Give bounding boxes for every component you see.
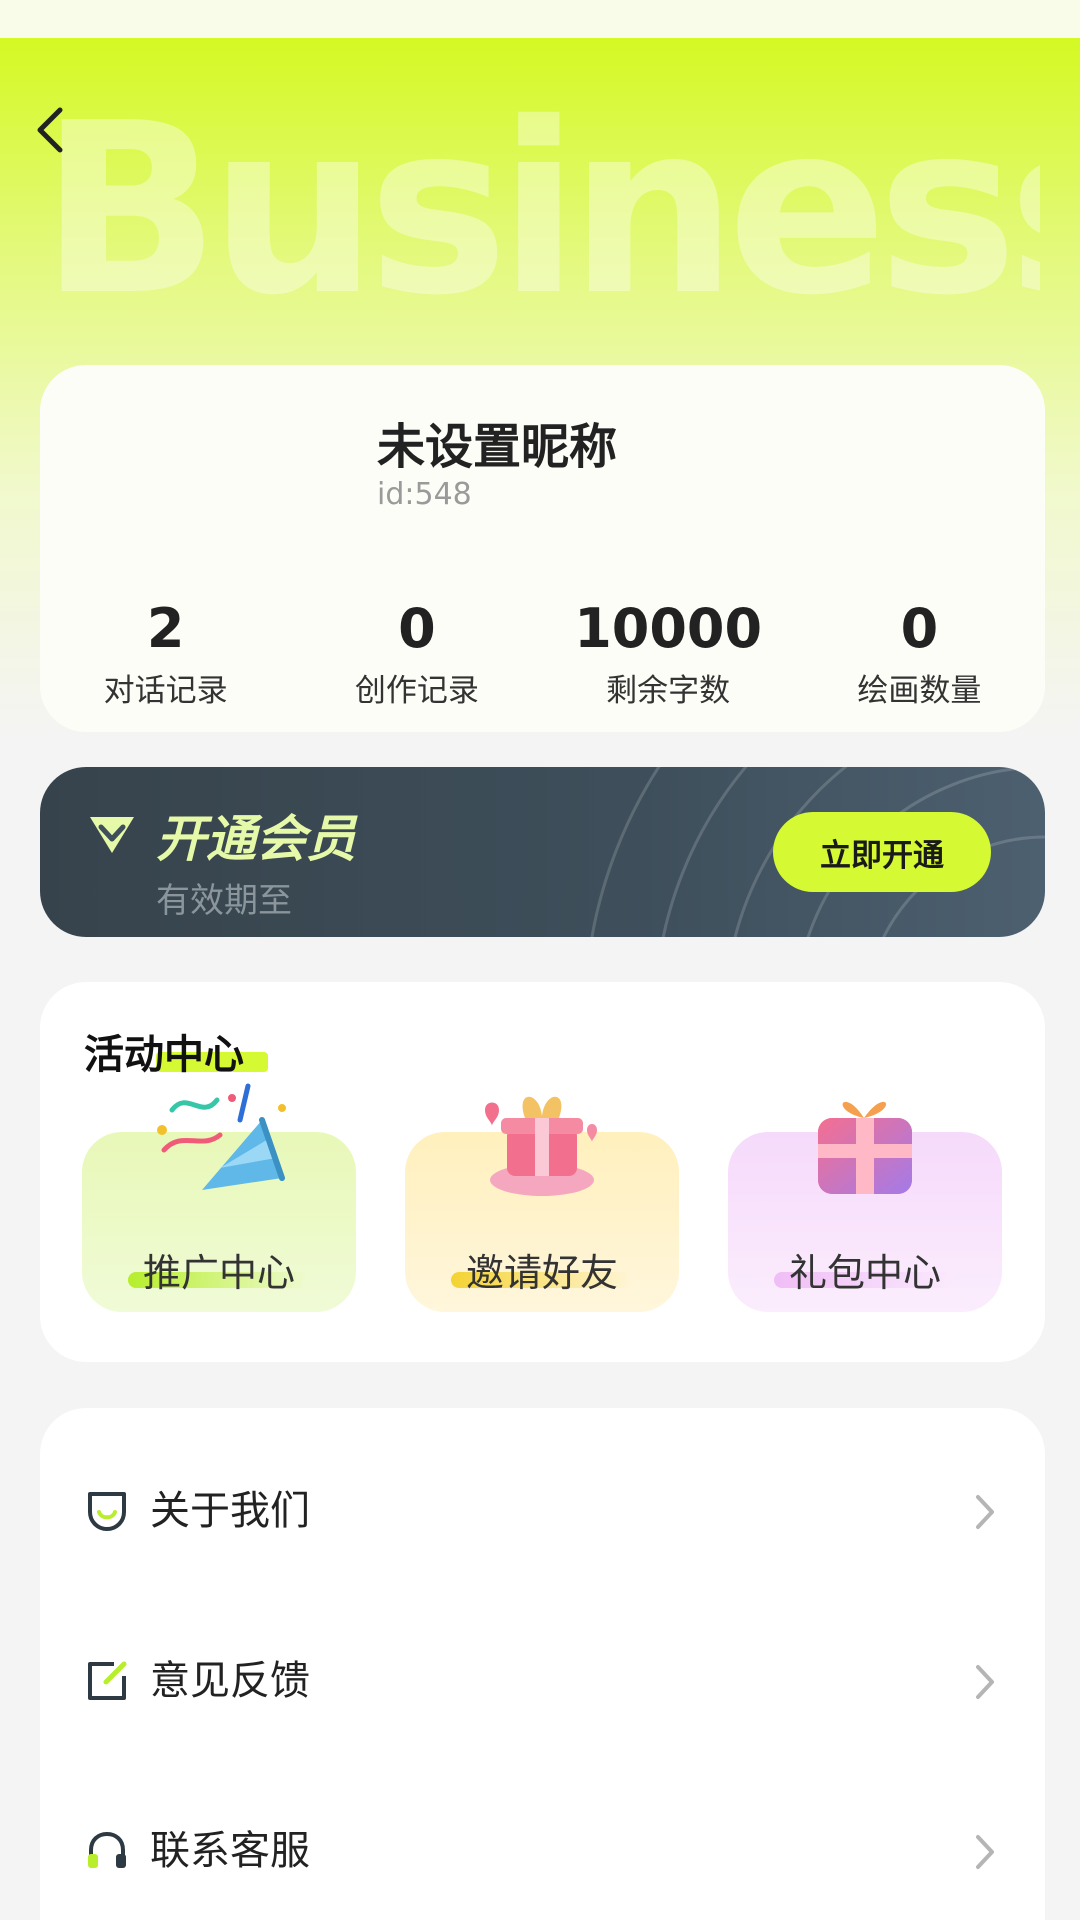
menu-item-label: 意见反馈: [150, 1658, 310, 1704]
vip-banner[interactable]: 开通会员 有效期至 立即开通: [40, 767, 1045, 937]
activate-membership-button[interactable]: 立即开通: [773, 812, 991, 892]
chevron-right-icon: [976, 1665, 994, 1699]
menu-item-feedback[interactable]: 意见反馈: [40, 1618, 1045, 1738]
menu-item-contact-support[interactable]: 联系客服: [40, 1788, 1045, 1908]
stats-row: 2 对话记录 0 创作记录 10000 剩余字数 0 绘画数量: [40, 597, 1045, 710]
status-bar: [0, 0, 1080, 38]
tile-promotion-center[interactable]: 推广中心: [82, 1083, 356, 1312]
stat-label: 剩余字数: [606, 673, 731, 709]
edit-note-icon: [88, 1661, 127, 1700]
activity-center-card: 活动中心 推广中心 邀请好友 礼包中心: [40, 982, 1045, 1362]
stat-label: 对话记录: [103, 673, 228, 709]
gift-box-hand-icon: [485, 1096, 597, 1196]
menu-item-about-us[interactable]: 关于我们: [40, 1448, 1045, 1568]
menu-item-label: 关于我们: [150, 1488, 310, 1534]
vip-expire-label: 有效期至: [156, 881, 292, 921]
stat-value: 0: [900, 597, 939, 660]
back-button[interactable]: [30, 98, 74, 162]
chevron-right-icon: [976, 1835, 994, 1869]
stat-value: 2: [146, 597, 185, 660]
stat-remaining-words[interactable]: 10000 剩余字数: [543, 597, 794, 710]
nickname[interactable]: 未设置昵称: [377, 407, 617, 477]
brand-watermark: BusinessAI: [40, 100, 1040, 320]
tile-invite-friends[interactable]: 邀请好友: [405, 1096, 679, 1312]
tile-label: 礼包中心: [788, 1251, 941, 1295]
party-popper-icon: [157, 1083, 286, 1190]
smile-shield-icon: [88, 1492, 126, 1531]
stat-drawing-count[interactable]: 0 绘画数量: [794, 597, 1045, 710]
gift-box-icon: [818, 1101, 912, 1194]
menu-item-label: 联系客服: [150, 1828, 310, 1874]
vip-title: 开通会员: [156, 810, 356, 868]
settings-menu-card: 关于我们 意见反馈 联系客服: [40, 1408, 1045, 1920]
stat-label: 绘画数量: [857, 673, 982, 709]
stat-label: 创作记录: [354, 673, 479, 709]
diamond-icon: [90, 817, 134, 853]
headset-icon: [88, 1831, 126, 1868]
tile-label: 推广中心: [142, 1251, 295, 1295]
stat-value: 0: [398, 597, 436, 660]
tile-gift-center[interactable]: 礼包中心: [728, 1101, 1002, 1312]
tile-label: 邀请好友: [465, 1251, 618, 1295]
user-id: id:548: [377, 477, 472, 512]
profile-card: 未设置昵称 id:548 2 对话记录 0 创作记录 10000 剩余字数 0 …: [40, 365, 1045, 732]
stat-creation-records[interactable]: 0 创作记录: [291, 597, 542, 710]
stat-chat-records[interactable]: 2 对话记录: [40, 597, 291, 710]
activity-tiles: 推广中心 邀请好友 礼包中心: [82, 1083, 1003, 1332]
stat-value: 10000: [574, 597, 763, 660]
section-title: 活动中心: [84, 1032, 244, 1078]
chevron-left-icon: [37, 107, 63, 153]
chevron-right-icon: [976, 1495, 994, 1529]
